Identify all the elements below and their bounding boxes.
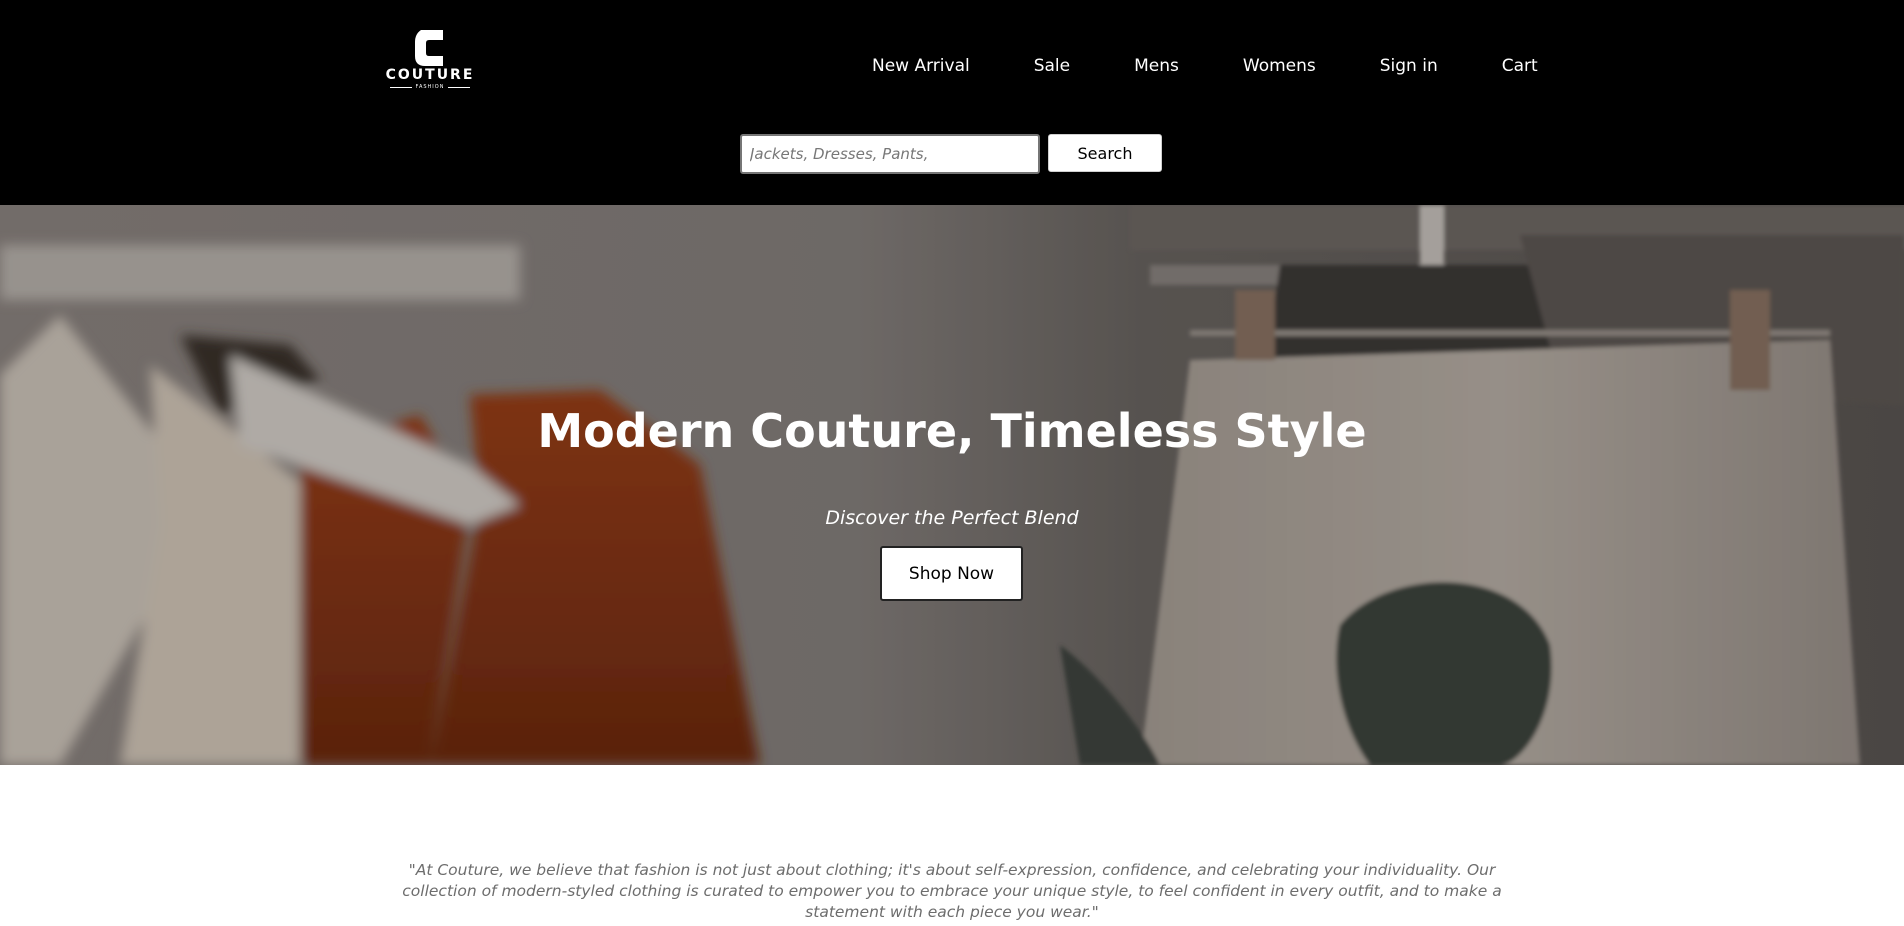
nav-item-new-arrival[interactable]: New Arrival — [872, 56, 970, 76]
hero-title: Modern Couture, Timeless Style — [537, 404, 1367, 458]
hero-banner: Modern Couture, Timeless Style Discover … — [0, 205, 1904, 765]
hero-overlay — [0, 205, 1904, 765]
c-logo-icon — [415, 30, 443, 66]
nav-item-sale[interactable]: Sale — [1034, 56, 1070, 76]
nav-item-mens[interactable]: Mens — [1134, 56, 1179, 76]
main-nav: New Arrival Sale Mens Womens Sign in Car… — [872, 52, 1538, 80]
nav-item-cart[interactable]: Cart — [1502, 56, 1538, 76]
tagline-rule-left — [389, 86, 412, 88]
site-header: COUTURE FASHION New Arrival Sale Mens Wo… — [0, 0, 1904, 205]
search-input[interactable] — [740, 134, 1040, 174]
tagline-rule-right — [448, 86, 471, 88]
shop-now-button[interactable]: Shop Now — [880, 546, 1023, 601]
brand-logo[interactable]: COUTURE FASHION — [385, 30, 475, 100]
brand-name: COUTURE — [385, 67, 475, 83]
hero-subtitle: Discover the Perfect Blend — [825, 507, 1079, 529]
brand-tagline-row: FASHION — [385, 83, 475, 91]
brand-tagline: FASHION — [415, 84, 445, 90]
search-button[interactable]: Search — [1048, 134, 1162, 172]
brand-quote: "At Couture, we believe that fashion is … — [402, 861, 1502, 921]
nav-item-sign-in[interactable]: Sign in — [1380, 56, 1438, 76]
nav-item-womens[interactable]: Womens — [1243, 56, 1316, 76]
